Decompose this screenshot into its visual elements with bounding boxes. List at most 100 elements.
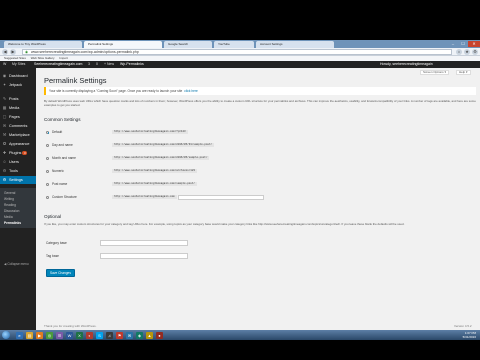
menu-tools[interactable]: ⚙ Tools: [0, 167, 36, 175]
menu-posts[interactable]: ✎ Posts: [0, 95, 36, 103]
my-sites-link[interactable]: My Sites: [12, 61, 25, 68]
footer-version: Version 4.5.2: [454, 324, 472, 328]
intro-text: By default WordPress uses web URLs which…: [44, 99, 476, 107]
settings-icon: ⚙: [2, 177, 7, 182]
comments-icon: ✉: [2, 123, 7, 128]
menu-media[interactable]: ▦ Media: [0, 104, 36, 112]
comments-count[interactable]: 0: [96, 61, 98, 68]
music-icon[interactable]: ♫: [106, 331, 113, 339]
wordpress-logo-icon[interactable]: W: [3, 61, 6, 68]
collapse-menu-button[interactable]: ◀ Collapse menu: [4, 262, 29, 266]
url-input[interactable]: ◉ www.seeherecreatingtimeagain.com/wp-ad…: [22, 49, 452, 55]
explorer-icon[interactable]: ▤: [26, 331, 33, 339]
coming-soon-notice: Your site is currently displaying a "Com…: [44, 87, 476, 95]
media-icon: ▦: [2, 105, 7, 110]
radio-button[interactable]: [46, 156, 49, 160]
menu-jetpack[interactable]: ✦ Jetpack: [0, 81, 36, 89]
recorder-icon[interactable]: ●: [156, 331, 163, 339]
edit-permalinks-link[interactable]: Wp-Permalinks: [120, 61, 144, 68]
submenu-general[interactable]: General: [4, 191, 15, 195]
browser-tab[interactable]: Welcome to Tiny WordPress: [4, 41, 82, 48]
word-icon[interactable]: W: [66, 331, 73, 339]
menu-dashboard[interactable]: ◉ Dashboard: [0, 72, 36, 80]
category-base-label: Category base: [46, 241, 67, 245]
posts-icon: ✎: [2, 96, 7, 101]
maximize-button[interactable]: ☐: [458, 41, 468, 47]
menu-pages[interactable]: ▢ Pages: [0, 113, 36, 121]
permalink-example: http://www.seeherecreatingtimeagain.com: [112, 195, 177, 199]
custom-structure-input[interactable]: [178, 194, 264, 200]
flag-icon[interactable]: ⚑: [116, 331, 123, 339]
menu-comments[interactable]: ✉ Comments: [0, 122, 36, 130]
media-player-icon[interactable]: ▶: [36, 331, 43, 339]
plugins-icon: ✚: [2, 150, 7, 155]
home-icon[interactable]: ⌂: [456, 49, 462, 55]
back-button[interactable]: ◀: [2, 49, 8, 55]
dashboard-icon: ◉: [2, 73, 7, 78]
submenu-media[interactable]: Media: [4, 215, 13, 219]
submenu-writing[interactable]: Writing: [4, 197, 14, 201]
skype-icon[interactable]: S: [96, 331, 103, 339]
site-name-link[interactable]: Seeherecreatingtimeagain.com: [34, 61, 82, 68]
radio-button[interactable]: [46, 195, 49, 199]
plugin-updates-badge: 3: [22, 151, 28, 155]
menu-settings[interactable]: ⚙ Settings: [0, 176, 36, 184]
close-button[interactable]: ✕: [468, 41, 480, 47]
screen: Welcome to Tiny WordPress Permalink Sett…: [0, 40, 480, 340]
browser-tab-active[interactable]: Permalink Settings: [84, 41, 162, 48]
forward-button[interactable]: ▶: [10, 49, 16, 55]
favorites-icon[interactable]: ★: [464, 49, 470, 55]
submenu-discussion[interactable]: Discussion: [4, 209, 19, 213]
app-icon[interactable]: ▲: [146, 331, 153, 339]
radio-button[interactable]: [46, 130, 49, 134]
menu-plugins[interactable]: ✚ Plugins 3: [0, 149, 36, 157]
new-content-link[interactable]: + New: [104, 61, 114, 68]
app-icon[interactable]: ◈: [136, 331, 143, 339]
pages-icon: ▢: [2, 114, 7, 119]
menu-marketplace[interactable]: ⚒ Marketplace: [0, 131, 36, 139]
tools-icon: ⚙: [2, 168, 7, 173]
marketplace-icon: ⚒: [2, 132, 7, 137]
launch-site-link[interactable]: click here: [184, 89, 197, 93]
radio-button[interactable]: [46, 182, 49, 186]
page-icon: ◉: [25, 50, 29, 54]
page-title: Permalink Settings: [44, 76, 107, 85]
system-clock[interactable]: 1:07 PM 5/31/2016: [463, 331, 476, 339]
permalink-example: http://www.seeherecreatingtimeagain.com/…: [112, 130, 188, 134]
browser-tab-strip: Welcome to Tiny WordPress Permalink Sett…: [0, 40, 480, 48]
tools-icon[interactable]: ⚙: [472, 49, 478, 55]
submenu-reading[interactable]: Reading: [4, 203, 16, 207]
tag-base-label: Tag base: [46, 254, 59, 258]
submenu-permalinks[interactable]: Permalinks: [4, 221, 21, 225]
internet-explorer-icon[interactable]: e: [16, 331, 23, 339]
menu-users[interactable]: ☺ Users: [0, 158, 36, 166]
browser-tab[interactable]: Google Search: [164, 41, 212, 48]
browser-tab[interactable]: YouTube: [214, 41, 254, 48]
optional-description: If you like, you may enter custom struct…: [44, 222, 405, 226]
menu-appearance[interactable]: ✪ Appearance: [0, 140, 36, 148]
save-changes-button[interactable]: Save Changes: [46, 269, 75, 277]
app-icon[interactable]: ◐: [86, 331, 93, 339]
updates-count[interactable]: 3: [88, 61, 90, 68]
excel-icon[interactable]: X: [76, 331, 83, 339]
help-button[interactable]: Help ▾: [456, 70, 471, 75]
footer-thanks: Thank you for creating with WordPress.: [44, 324, 97, 328]
chrome-icon[interactable]: ◎: [46, 331, 53, 339]
bookmark-item[interactable]: Web Slice Gallery: [31, 56, 55, 60]
category-base-input[interactable]: [100, 240, 188, 246]
jetpack-icon: ✦: [2, 82, 7, 87]
radio-button[interactable]: [46, 143, 49, 147]
radio-button[interactable]: [46, 169, 49, 173]
tag-base-input[interactable]: [100, 253, 188, 259]
bookmark-item[interactable]: Suggested Sites: [4, 56, 26, 60]
common-settings-heading: Common Settings: [44, 117, 81, 122]
browser-tab[interactable]: Account Settings: [256, 41, 334, 48]
screen-options-button[interactable]: Screen Options ▾: [420, 70, 450, 75]
howdy-user-menu[interactable]: Howdy, seeherecreatingtimeagain: [380, 61, 433, 68]
minimize-button[interactable]: –: [448, 41, 458, 47]
permalink-example: http://www.seeherecreatingtimeagain.com/…: [112, 169, 197, 173]
app-icon[interactable]: ☰: [56, 331, 63, 339]
start-button[interactable]: [2, 331, 10, 339]
bookmark-item[interactable]: Import: [59, 56, 68, 60]
mail-icon[interactable]: ✉: [126, 331, 133, 339]
